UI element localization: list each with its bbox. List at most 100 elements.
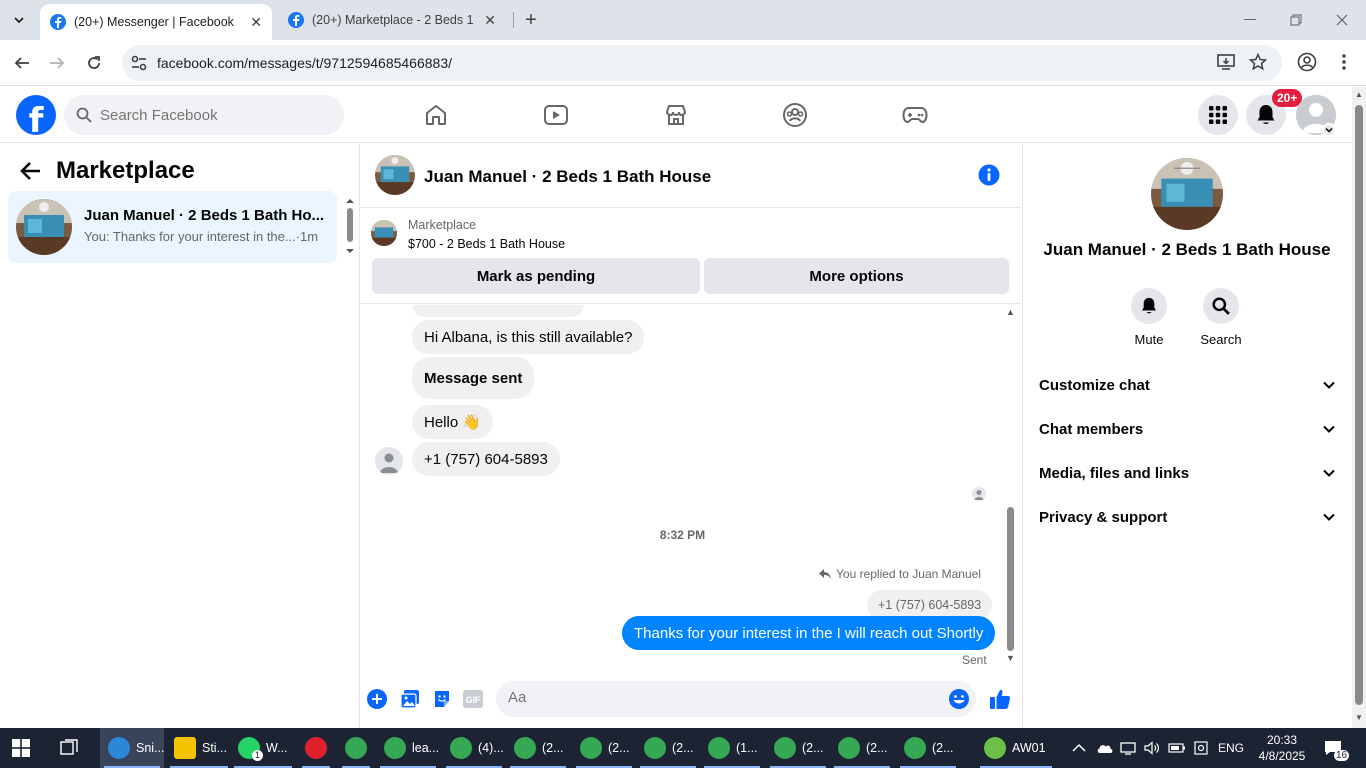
section-chat-members[interactable]: Chat members: [1031, 407, 1343, 451]
chat-avatar[interactable]: [375, 155, 415, 195]
url-text[interactable]: facebook.com/messages/t/9712594685466883…: [157, 55, 452, 71]
mute-button[interactable]: Mute: [1119, 288, 1179, 347]
network-icon[interactable]: [1120, 728, 1136, 768]
forward-icon[interactable]: [44, 50, 70, 76]
attach-image-icon[interactable]: [399, 688, 421, 710]
start-button[interactable]: [12, 728, 38, 768]
taskbar-app-button[interactable]: AW01: [976, 728, 1056, 768]
mark-as-pending-button[interactable]: Mark as pending: [372, 258, 700, 294]
taskbar-app-button[interactable]: [338, 728, 374, 768]
scroll-down-icon[interactable]: ▼: [1006, 653, 1015, 663]
bookmark-star-icon[interactable]: [1248, 52, 1268, 72]
messages-scrollbar-thumb[interactable]: [1007, 507, 1014, 651]
grid-icon: [1209, 106, 1227, 124]
taskbar-app-button[interactable]: (2...: [896, 728, 960, 768]
chat-profile-avatar[interactable]: [1151, 158, 1223, 230]
task-view-button[interactable]: [60, 728, 86, 768]
taskbar-app-label: (2...: [608, 741, 630, 755]
battery-icon[interactable]: [1168, 728, 1186, 768]
listing-price-title[interactable]: $700 - 2 Beds 1 Bath House: [408, 237, 565, 251]
app-icon: [174, 737, 196, 759]
scroll-up-icon[interactable]: ▲: [1006, 307, 1015, 317]
chat-title[interactable]: Juan Manuel · 2 Beds 1 Bath House: [424, 167, 711, 187]
section-media-files-links[interactable]: Media, files and links: [1031, 451, 1343, 495]
browser-tab-marketplace[interactable]: (20+) Marketplace - 2 Beds 1 Bath ✕: [276, 0, 508, 40]
profile-icon[interactable]: [1297, 52, 1317, 72]
scroll-down-icon[interactable]: [344, 248, 356, 256]
facebook-search[interactable]: [64, 95, 344, 135]
taskbar-app-button[interactable]: lea...: [376, 728, 440, 768]
language-indicator[interactable]: ENG: [1218, 728, 1244, 768]
close-tab-icon[interactable]: ✕: [250, 14, 262, 31]
facebook-search-input[interactable]: [100, 106, 320, 124]
scroll-down-icon[interactable]: ▼: [1355, 713, 1363, 722]
video-icon[interactable]: [542, 101, 570, 129]
new-tab-button[interactable]: +: [519, 8, 543, 32]
back-icon[interactable]: [9, 50, 35, 76]
emoji-icon[interactable]: [948, 688, 970, 715]
listing-thumbnail[interactable]: [371, 220, 397, 246]
browser-tab-messenger[interactable]: (20+) Messenger | Facebook ✕: [40, 4, 272, 40]
sticker-icon[interactable]: [431, 688, 453, 710]
taskbar-app-button[interactable]: (4)...: [442, 728, 506, 768]
install-app-icon[interactable]: [1216, 52, 1236, 72]
scroll-up-icon[interactable]: [344, 196, 356, 204]
taskbar-app-button[interactable]: (2...: [766, 728, 830, 768]
home-icon[interactable]: [422, 101, 450, 129]
page-scrollbar-thumb[interactable]: [1355, 105, 1363, 705]
address-bar[interactable]: facebook.com/messages/t/9712594685466883…: [122, 45, 1282, 81]
show-hidden-icons[interactable]: [1072, 728, 1086, 768]
taskbar-app-button[interactable]: Sti...: [166, 728, 232, 768]
groups-icon[interactable]: [781, 101, 809, 129]
system-clock[interactable]: 20:33 4/8/2025: [1250, 732, 1314, 764]
restore-icon[interactable]: [1286, 10, 1306, 30]
info-icon[interactable]: [978, 164, 1000, 191]
taskbar-app-button[interactable]: (1...: [700, 728, 764, 768]
notification-center-button[interactable]: 16: [1324, 728, 1350, 768]
menu-grid-button[interactable]: [1198, 95, 1238, 135]
gaming-icon[interactable]: [901, 101, 929, 129]
account-menu-chevron[interactable]: [1322, 123, 1336, 137]
messages-scrollbar[interactable]: ▲ ▼: [1004, 305, 1018, 671]
facebook-logo[interactable]: f: [16, 95, 56, 135]
page-scrollbar[interactable]: ▲ ▼: [1352, 87, 1366, 728]
conversations-scrollbar-thumb[interactable]: [347, 208, 353, 242]
section-label: Customize chat: [1039, 376, 1150, 394]
site-info-icon[interactable]: [130, 54, 148, 72]
tab-search-button[interactable]: [6, 8, 32, 32]
message-input[interactable]: [508, 689, 928, 706]
search-in-conversation-button[interactable]: Search: [1191, 288, 1251, 347]
volume-icon[interactable]: [1144, 728, 1160, 768]
conversation-preview: You: Thanks for your interest in the...·…: [84, 229, 319, 244]
taskbar-app-button[interactable]: (2...: [636, 728, 700, 768]
like-thumbs-up-icon[interactable]: [988, 687, 1012, 711]
taskbar-app-button[interactable]: (2...: [830, 728, 894, 768]
taskbar-app-button[interactable]: [298, 728, 334, 768]
minimize-icon[interactable]: [1240, 10, 1260, 30]
mute-circle[interactable]: [1131, 288, 1167, 324]
browser-menu-icon[interactable]: [1334, 52, 1354, 72]
conversation-item[interactable]: Juan Manuel · 2 Beds 1 Bath Ho... You: T…: [8, 191, 337, 263]
listing-thumbnail: [16, 199, 72, 255]
taskbar-app-button[interactable]: Sni...: [100, 728, 165, 768]
onedrive-icon[interactable]: [1096, 728, 1114, 768]
reload-icon[interactable]: [81, 50, 107, 76]
marketplace-icon[interactable]: [662, 101, 690, 129]
section-customize-chat[interactable]: Customize chat: [1031, 363, 1343, 407]
more-actions-plus-icon[interactable]: [366, 688, 388, 710]
message-input-container[interactable]: [496, 681, 976, 717]
gif-icon[interactable]: GIF: [462, 688, 484, 710]
search-circle[interactable]: [1203, 288, 1239, 324]
more-options-button[interactable]: More options: [704, 258, 1009, 294]
taskbar-app-button[interactable]: (2...: [506, 728, 570, 768]
conversations-scrollbar[interactable]: [344, 196, 356, 256]
sender-avatar[interactable]: [375, 447, 403, 475]
section-privacy-support[interactable]: Privacy & support: [1031, 495, 1343, 539]
close-tab-icon[interactable]: ✕: [484, 12, 496, 29]
display-icon[interactable]: [1194, 728, 1208, 768]
scroll-up-icon[interactable]: ▲: [1355, 90, 1363, 99]
taskbar-app-button[interactable]: (2...: [572, 728, 636, 768]
close-window-icon[interactable]: [1332, 10, 1352, 30]
taskbar-app-button[interactable]: W... 1: [230, 728, 296, 768]
back-arrow-icon[interactable]: [20, 161, 42, 186]
